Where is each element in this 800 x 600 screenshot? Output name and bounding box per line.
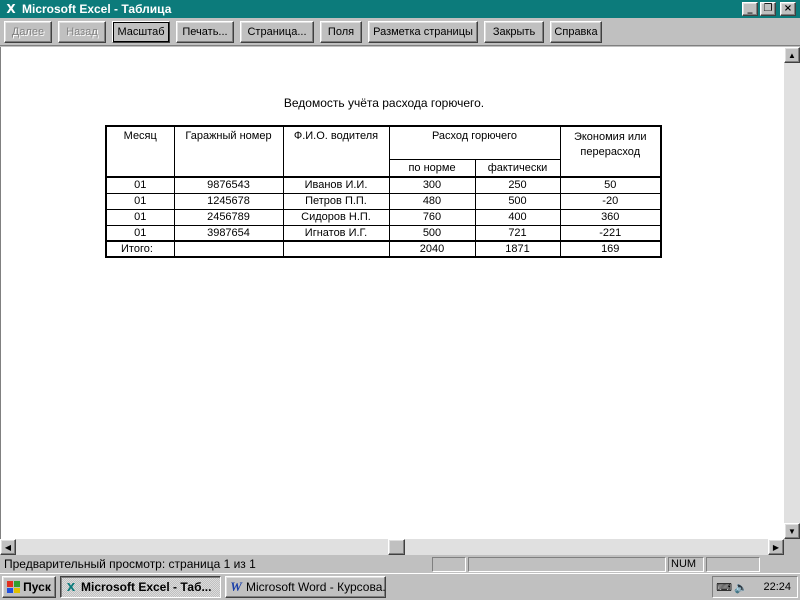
page-setup-button[interactable]: Страница... [240, 20, 314, 43]
help-button[interactable]: Справка [550, 20, 602, 43]
total-actual: 1871 [474, 240, 561, 258]
status-panel [432, 556, 466, 572]
cell-actual: 400 [474, 208, 561, 226]
header-actual: фактически [474, 158, 561, 178]
cell-norm: 500 [388, 224, 476, 242]
cell-garage-number: 1245678 [173, 192, 284, 210]
cell-actual: 500 [474, 192, 561, 210]
cell-norm: 300 [388, 176, 476, 194]
cell-month: 01 [105, 192, 175, 210]
cell-garage-number: 2456789 [173, 208, 284, 226]
print-button[interactable]: Печать... [176, 20, 234, 43]
windows-logo-icon [7, 581, 21, 593]
cell-month: 01 [105, 224, 175, 242]
cell-driver: Иванов И.И. [282, 176, 390, 194]
title-bar: X Microsoft Excel - Таблица _ ❐ × [0, 0, 800, 18]
status-panel [468, 556, 666, 572]
total-row: Итого: 2040 1871 169 [105, 240, 662, 258]
zoom-button[interactable]: Масштаб [112, 20, 170, 43]
preview-toolbar: Далее Назад Масштаб Печать... Страница..… [0, 18, 800, 46]
close-preview-button[interactable]: Закрыть [484, 20, 544, 43]
restore-button[interactable]: ❐ [760, 2, 776, 16]
scroll-down-icon[interactable]: ▼ [784, 523, 800, 539]
total-norm: 2040 [388, 240, 476, 258]
cell-economy: -20 [559, 192, 662, 210]
taskbar-item-word[interactable]: W Microsoft Word - Курсова... [225, 576, 386, 598]
start-label: Пуск [23, 580, 51, 594]
taskbar-item-label: Microsoft Excel - Таб... [81, 580, 212, 594]
cell-empty [173, 240, 284, 258]
speaker-icon[interactable]: 🔈 [734, 580, 748, 594]
table-row: 01 9876543 Иванов И.И. 300 250 50 [105, 176, 662, 194]
taskbar-item-label: Microsoft Word - Курсова... [246, 580, 386, 594]
scroll-right-icon[interactable]: ▶ [768, 539, 784, 555]
page-break-preview-button[interactable]: Разметка страницы [368, 20, 478, 43]
close-window-button[interactable]: × [780, 2, 796, 16]
num-lock-indicator: NUM [668, 556, 704, 572]
header-fuel-consumption: Расход горючего [388, 125, 561, 160]
minimize-button[interactable]: _ [742, 2, 758, 16]
horizontal-scrollbar[interactable]: ◀ ▶ [0, 539, 784, 555]
print-preview-page[interactable]: Ведомость учёта расхода горючего. Месяц … [0, 47, 784, 539]
scroll-left-icon[interactable]: ◀ [0, 539, 16, 555]
table-row: 01 3987654 Игнатов И.Г. 500 721 -221 [105, 224, 662, 242]
table-row: 01 1245678 Петров П.П. 480 500 -20 [105, 192, 662, 210]
fuel-report-table: Месяц Гаражный номер Ф.И.О. водителя Рас… [105, 125, 662, 258]
taskbar: Пуск X Microsoft Excel - Таб... W Micros… [0, 573, 800, 600]
excel-icon: X [66, 580, 76, 594]
header-economy: Экономия или перерасход [559, 125, 662, 178]
header-garage-number: Гаражный номер [173, 125, 284, 178]
cell-actual: 250 [474, 176, 561, 194]
report-title: Ведомость учёта расхода горючего. [283, 96, 485, 110]
status-bar: Предварительный просмотр: страница 1 из … [0, 555, 800, 573]
header-driver: Ф.И.О. водителя [282, 125, 390, 178]
total-label: Итого: [105, 240, 175, 258]
cell-driver: Сидоров Н.П. [282, 208, 390, 226]
taskbar-item-excel[interactable]: X Microsoft Excel - Таб... [60, 576, 221, 598]
header-month: Месяц [105, 125, 175, 178]
total-economy: 169 [559, 240, 662, 258]
header-norm: по норме [388, 158, 476, 178]
excel-icon[interactable]: X [4, 2, 18, 16]
table-row: 01 2456789 Сидоров Н.П. 760 400 360 [105, 208, 662, 226]
vertical-scrollbar[interactable]: ▲ ▼ [784, 47, 800, 539]
cell-month: 01 [105, 208, 175, 226]
horizontal-scroll-thumb[interactable] [388, 539, 405, 555]
start-button[interactable]: Пуск [2, 576, 56, 598]
cell-economy: -221 [559, 224, 662, 242]
cell-economy: 360 [559, 208, 662, 226]
cell-garage-number: 3987654 [173, 224, 284, 242]
cell-empty [282, 240, 390, 258]
clock[interactable]: 22:24 [763, 581, 791, 593]
margins-button[interactable]: Поля [320, 20, 362, 43]
keyboard-layout-icon[interactable]: ⌨ [716, 580, 732, 594]
system-tray: ⌨ 🔈 22:24 [712, 576, 798, 598]
cell-garage-number: 9876543 [173, 176, 284, 194]
scrollbar-corner [784, 539, 800, 555]
scroll-up-icon[interactable]: ▲ [784, 47, 800, 63]
status-panel [706, 556, 760, 572]
cell-actual: 721 [474, 224, 561, 242]
cell-economy: 50 [559, 176, 662, 194]
next-page-button[interactable]: Далее [4, 20, 52, 43]
cell-norm: 760 [388, 208, 476, 226]
horizontal-scroll-track[interactable] [16, 539, 768, 555]
word-icon: W [230, 579, 242, 594]
vertical-scroll-track[interactable] [784, 63, 800, 523]
cell-norm: 480 [388, 192, 476, 210]
status-text: Предварительный просмотр: страница 1 из … [4, 557, 256, 571]
cell-driver: Петров П.П. [282, 192, 390, 210]
prev-page-button[interactable]: Назад [58, 20, 106, 43]
cell-month: 01 [105, 176, 175, 194]
cell-driver: Игнатов И.Г. [282, 224, 390, 242]
window-title: Microsoft Excel - Таблица [22, 2, 172, 16]
